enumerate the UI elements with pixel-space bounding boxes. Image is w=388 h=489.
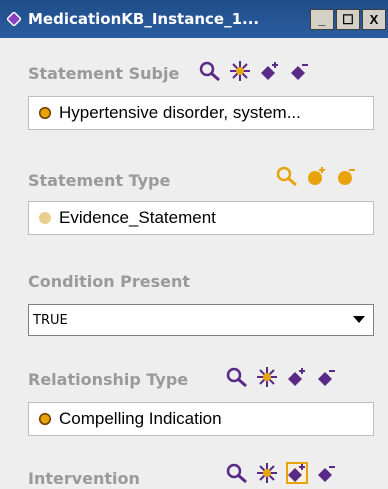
view-instance-icon[interactable] (199, 60, 221, 82)
chevron-down-icon (353, 313, 365, 328)
minimize-icon: _ (318, 12, 326, 27)
title-bar[interactable]: MedicationKB_Instance_1... _ ☐ X (0, 0, 388, 38)
remove-value-icon[interactable] (316, 462, 338, 484)
condition-present-label: Condition Present (28, 272, 191, 291)
window-title: MedicationKB_Instance_1... (28, 10, 260, 28)
statement-type-value: Evidence_Statement (59, 208, 216, 227)
remove-value-icon[interactable] (289, 60, 311, 82)
statement-type-label: Statement Type (28, 171, 171, 190)
create-instance-icon[interactable] (256, 462, 278, 484)
class-icon (39, 212, 51, 224)
statement-subject-value: Hypertensive disorder, system... (59, 103, 301, 122)
maximize-icon: ☐ (342, 11, 354, 27)
minimize-button[interactable]: _ (310, 9, 334, 30)
maximize-button[interactable]: ☐ (336, 9, 360, 30)
view-instance-icon[interactable] (226, 462, 248, 484)
remove-class-icon[interactable] (336, 165, 358, 187)
statement-subject-label: Statement Subje (28, 64, 180, 83)
view-class-icon[interactable] (276, 165, 298, 187)
statement-subject-field[interactable]: Hypertensive disorder, system... (28, 96, 374, 130)
remove-value-icon[interactable] (316, 366, 338, 388)
add-value-icon[interactable] (259, 60, 281, 82)
relationship-type-value: Compelling Indication (59, 409, 222, 428)
close-icon: X (369, 12, 379, 27)
statement-type-field[interactable]: Evidence_Statement (28, 201, 374, 235)
create-instance-icon[interactable] (229, 60, 251, 82)
intervention-label: Intervention (28, 469, 140, 488)
add-class-icon[interactable] (306, 165, 328, 187)
instance-icon (39, 413, 51, 425)
condition-present-value: TRUE (33, 312, 68, 328)
instance-icon (39, 107, 51, 119)
relationship-type-label: Relationship Type (28, 370, 189, 389)
relationship-type-field[interactable]: Compelling Indication (28, 402, 374, 436)
instance-window: MedicationKB_Instance_1... _ ☐ X Stateme… (0, 0, 388, 489)
condition-present-select[interactable]: TRUE (28, 304, 374, 336)
add-value-icon[interactable] (286, 462, 308, 484)
add-value-icon[interactable] (286, 366, 308, 388)
instance-diamond-icon (6, 11, 22, 27)
view-instance-icon[interactable] (226, 366, 248, 388)
create-instance-icon[interactable] (256, 366, 278, 388)
close-button[interactable]: X (362, 9, 386, 30)
